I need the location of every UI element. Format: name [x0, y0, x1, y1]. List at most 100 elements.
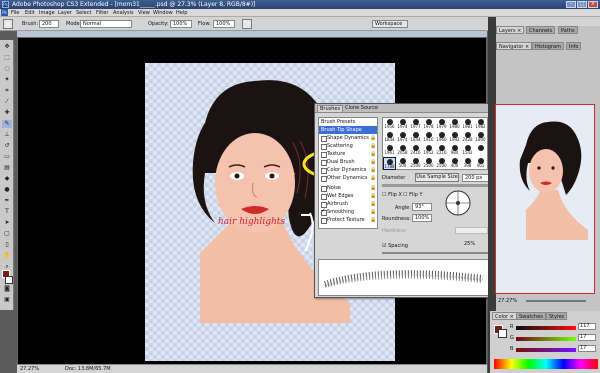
- healing-brush-icon[interactable]: ✚: [2, 109, 12, 117]
- g-value[interactable]: 17: [578, 334, 596, 341]
- color-bg-swatch[interactable]: [498, 329, 507, 338]
- menu-window[interactable]: Window: [153, 10, 173, 16]
- zoom-readout[interactable]: 27.27%: [20, 366, 39, 372]
- tab-channels[interactable]: Channels: [526, 26, 556, 34]
- menu-layer[interactable]: Layer: [58, 10, 72, 16]
- b-slider[interactable]: [516, 348, 576, 352]
- brush-tip-swatch[interactable]: 1961: [383, 144, 396, 157]
- brush-tip-swatch[interactable]: 1979: [435, 118, 448, 131]
- dodge-tool-icon[interactable]: ●: [2, 186, 12, 194]
- r-slider[interactable]: [516, 326, 576, 330]
- tab-paths[interactable]: Paths: [558, 26, 578, 34]
- menu-edit[interactable]: Edit: [25, 10, 35, 16]
- tab-brushes[interactable]: Brushes: [317, 105, 344, 112]
- brush-tip-swatch[interactable]: 1974: [396, 131, 409, 144]
- screen-mode-icon[interactable]: ▣: [2, 296, 12, 304]
- brush-tip-swatch[interactable]: 1977: [409, 118, 422, 131]
- eraser-icon[interactable]: ▭: [2, 153, 12, 161]
- move-tool-icon[interactable]: ✥: [2, 43, 12, 51]
- flip-x-checkbox[interactable]: ☐ Flip X: [382, 192, 402, 198]
- brush-tool-icon[interactable]: ✎: [2, 120, 12, 128]
- brush-tip-swatch[interactable]: 2058: [396, 144, 409, 157]
- brush-tip-swatch[interactable]: 1800: [474, 131, 487, 144]
- other-dynamics-item[interactable]: Other Dynamics 🔒: [319, 174, 377, 182]
- dual-brush-item[interactable]: Dual Brush 🔒: [319, 158, 377, 166]
- brush-tip-swatch[interactable]: 2428: [461, 131, 474, 144]
- brush-tip-swatch[interactable]: 2500: [422, 157, 435, 170]
- close-button[interactable]: ×: [588, 1, 598, 8]
- diameter-input[interactable]: 200 px: [462, 174, 489, 182]
- shape-dynamics-item[interactable]: Shape Dynamics 🔒: [319, 134, 377, 142]
- brush-tool-icon[interactable]: [3, 19, 13, 29]
- tab-styles[interactable]: Styles: [546, 312, 568, 320]
- brush-tip-swatch[interactable]: 1982: [474, 118, 487, 131]
- brush-tip-swatch[interactable]: 1916: [422, 131, 435, 144]
- menu-file[interactable]: File: [11, 10, 19, 16]
- brush-tip-swatch[interactable]: 1788: [383, 157, 396, 170]
- menu-help[interactable]: Help: [176, 10, 187, 16]
- use-sample-size-button[interactable]: Use Sample Size: [415, 173, 459, 182]
- brush-tip-swatch[interactable]: 1844: [383, 131, 396, 144]
- brush-tip-swatch[interactable]: 1956: [383, 118, 396, 131]
- magic-wand-icon[interactable]: ✦: [2, 76, 12, 84]
- brush-tip-swatch[interactable]: 400: [448, 157, 461, 170]
- brush-tip-swatch[interactable]: [474, 144, 487, 157]
- brush-tip-swatch[interactable]: 2216: [435, 144, 448, 157]
- brush-tip-swatch[interactable]: 2500: [409, 157, 422, 170]
- spacing-checkbox[interactable]: ☑ Spacing: [382, 243, 408, 249]
- airbrush-icon[interactable]: [242, 19, 252, 29]
- airbrush-item[interactable]: Airbrush 🔒: [319, 200, 377, 208]
- eyedropper-icon[interactable]: ⁄: [2, 98, 12, 106]
- brush-tip-swatch[interactable]: 2500: [435, 157, 448, 170]
- brush-tip-swatch[interactable]: 461: [474, 157, 487, 170]
- type-tool-icon[interactable]: T: [2, 208, 12, 216]
- minimize-button[interactable]: –: [566, 1, 576, 8]
- b-value[interactable]: 17: [578, 345, 596, 352]
- brush-tip-swatch[interactable]: 1952: [422, 144, 435, 157]
- brush-tip-swatch[interactable]: 500: [396, 157, 409, 170]
- brush-tip-swatch[interactable]: 1978: [422, 118, 435, 131]
- brush-tip-swatch[interactable]: 398: [461, 157, 474, 170]
- spacing-slider[interactable]: [382, 252, 488, 254]
- wet-edges-item[interactable]: Wet Edges 🔒: [319, 192, 377, 200]
- roundness-input[interactable]: 100%: [412, 214, 432, 222]
- flip-y-checkbox[interactable]: ☐ Flip Y: [403, 192, 423, 198]
- tab-navigator[interactable]: Navigator ×: [496, 42, 533, 50]
- noise-item[interactable]: Noise 🔒: [319, 184, 377, 192]
- color-spectrum-ramp[interactable]: [494, 359, 598, 369]
- navigator-thumbnail[interactable]: [495, 104, 595, 294]
- tab-color[interactable]: Color ×: [492, 312, 517, 320]
- menu-analysis[interactable]: Analysis: [113, 10, 134, 16]
- background-color-swatch[interactable]: [5, 276, 13, 284]
- brush-tip-shape-item[interactable]: Brush Tip Shape: [319, 126, 377, 134]
- menu-view[interactable]: View: [138, 10, 150, 16]
- tab-histogram[interactable]: Histogram: [532, 42, 564, 50]
- workspace-button[interactable]: Workspace: [372, 20, 408, 28]
- crop-tool-icon[interactable]: ⌗: [2, 87, 12, 95]
- navigator-zoom-slider[interactable]: [526, 300, 586, 302]
- lasso-tool-icon[interactable]: ◌: [2, 65, 12, 73]
- brush-tip-swatch[interactable]: 984: [448, 144, 461, 157]
- tab-info[interactable]: Info: [566, 42, 582, 50]
- brush-tip-swatch[interactable]: 2416: [409, 144, 422, 157]
- smoothing-item[interactable]: Smoothing 🔒: [319, 207, 377, 216]
- tab-swatches[interactable]: Swatches: [516, 312, 546, 320]
- quick-mask-icon[interactable]: ◙: [2, 285, 12, 293]
- path-select-icon[interactable]: ➤: [2, 219, 12, 227]
- protect-texture-item[interactable]: Protect Texture 🔒: [319, 216, 377, 224]
- tab-layers[interactable]: Layers ×: [496, 26, 525, 34]
- history-brush-icon[interactable]: ↺: [2, 142, 12, 150]
- diameter-slider[interactable]: [382, 184, 488, 187]
- brush-tip-swatch[interactable]: 1980: [448, 118, 461, 131]
- maximize-button[interactable]: □: [577, 1, 587, 8]
- hardness-input[interactable]: [455, 227, 488, 234]
- brush-tip-swatch[interactable]: 1844: [409, 131, 422, 144]
- gradient-icon[interactable]: ▤: [2, 164, 12, 172]
- r-value[interactable]: 117: [578, 323, 596, 330]
- angle-roundness-widget[interactable]: [443, 188, 473, 218]
- menu-select[interactable]: Select: [76, 10, 91, 16]
- brush-picker[interactable]: 200: [39, 20, 59, 28]
- color-dynamics-item[interactable]: Color Dynamics 🔒: [319, 166, 377, 174]
- scattering-item[interactable]: Scattering 🔒: [319, 142, 377, 150]
- brush-tip-swatch[interactable]: 1992: [448, 131, 461, 144]
